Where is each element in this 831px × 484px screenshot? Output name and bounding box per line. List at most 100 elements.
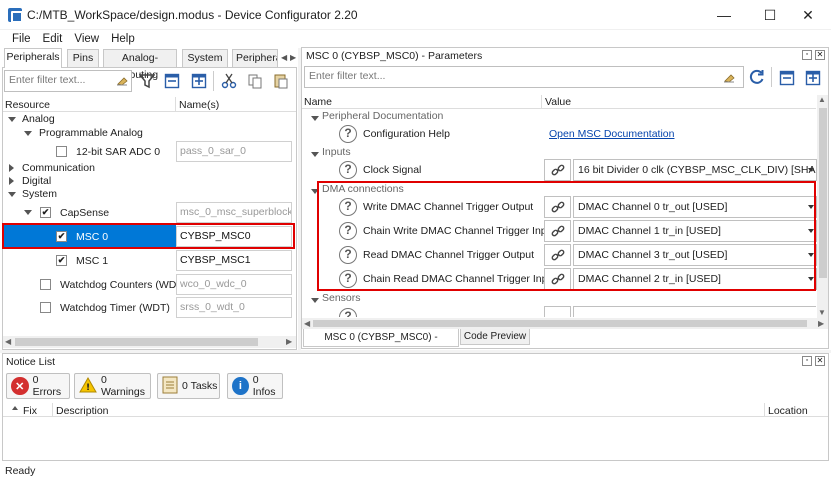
column-names[interactable]: Name(s) [179, 99, 219, 111]
tree-item-label: 12-bit SAR ADC 0 [76, 145, 161, 158]
menu-bar: File Edit View Help [0, 30, 831, 48]
tree-item-communication[interactable]: Communication [4, 161, 294, 175]
column-description[interactable]: Description [56, 405, 109, 417]
paste-icon[interactable] [272, 72, 290, 90]
param-row-clock-signal: ? Clock Signal 16 bit Divider 0 clk (CYB… [303, 158, 818, 182]
column-divider [764, 403, 765, 417]
tab-peripheral-clocks[interactable]: Periphera [232, 49, 278, 67]
dropdown-value: 16 bit Divider 0 clk (CYBSP_MSC_CLK_DIV)… [578, 164, 817, 176]
expand-all-icon[interactable] [190, 72, 208, 90]
scrollbar-thumb[interactable] [313, 320, 807, 327]
section-label: Inputs [322, 146, 351, 158]
help-icon[interactable]: ? [339, 161, 357, 179]
tree-item-label: Analog [22, 113, 55, 125]
close-panel-icon[interactable]: ✕ [815, 50, 825, 60]
tree-item-analog[interactable]: Analog [4, 112, 294, 126]
menu-file[interactable]: File [6, 30, 37, 48]
clock-signal-dropdown[interactable]: 16 bit Divider 0 clk (CYBSP_MSC_CLK_DIV)… [573, 159, 817, 181]
tree-item-programmable-analog[interactable]: Programmable Analog [4, 126, 294, 140]
collapse-arrow-icon[interactable] [9, 164, 14, 172]
close-button[interactable]: ✕ [785, 4, 831, 26]
scrollbar-thumb[interactable] [819, 108, 827, 278]
tree-item-system[interactable]: System [4, 187, 294, 201]
tab-scroll-left-icon[interactable]: ◀ [281, 53, 287, 62]
toolbar-divider [771, 67, 772, 87]
tab-system[interactable]: System [182, 49, 228, 67]
peripherals-filter-input[interactable]: Enter filter text... [4, 70, 132, 92]
toolbar-divider [213, 71, 214, 91]
minimize-button[interactable]: — [701, 4, 747, 26]
restore-panel-icon[interactable]: ▫ [802, 50, 812, 60]
enable-checkbox[interactable] [56, 146, 67, 157]
tab-parameters[interactable]: MSC 0 (CYBSP_MSC0) - Parameters [303, 329, 459, 360]
copy-icon[interactable] [246, 72, 264, 90]
go-to-resource-button[interactable] [544, 159, 571, 181]
param-label: Clock Signal [363, 164, 422, 176]
enable-checkbox[interactable]: ✔ [56, 255, 67, 266]
expand-arrow-icon[interactable] [24, 210, 32, 215]
name-field-capsense[interactable]: msc_0_msc_superblock_0 [176, 202, 292, 223]
tab-analog-routing[interactable]: Analog-Routing [103, 49, 177, 81]
collapse-all-icon[interactable] [163, 72, 181, 90]
scroll-up-icon[interactable]: ▲ [818, 95, 826, 104]
cut-icon[interactable] [220, 72, 238, 90]
infos-filter-button[interactable]: i 0 Infos [227, 373, 283, 399]
column-value[interactable]: Value [545, 96, 571, 108]
restore-panel-icon[interactable]: ▫ [802, 356, 812, 366]
scroll-left-icon[interactable]: ◀ [304, 319, 310, 328]
refresh-icon[interactable] [748, 68, 766, 86]
partial-dropdown [573, 306, 816, 317]
name-field-wdc[interactable]: wco_0_wdc_0 [176, 274, 292, 295]
column-name[interactable]: Name [304, 96, 332, 108]
sort-ascending-icon[interactable] [12, 406, 18, 410]
scroll-right-icon[interactable]: ▶ [818, 319, 824, 328]
warnings-filter-button[interactable]: ! 0 Warnings [74, 373, 151, 399]
help-icon: ? [339, 308, 357, 317]
column-fix[interactable]: Fix [23, 405, 37, 417]
task-list-icon [162, 376, 178, 397]
clear-filter-icon[interactable] [723, 71, 735, 83]
open-documentation-link[interactable]: Open MSC Documentation [549, 128, 674, 140]
scroll-left-icon[interactable]: ◀ [5, 337, 11, 346]
name-field-msc1[interactable]: CYBSP_MSC1 [176, 250, 292, 271]
section-inputs[interactable]: Inputs [303, 146, 818, 158]
close-panel-icon[interactable]: ✕ [815, 356, 825, 366]
warning-icon: ! [79, 376, 97, 396]
menu-view[interactable]: View [68, 30, 105, 48]
name-field-wdt[interactable]: srss_0_wdt_0 [176, 297, 292, 318]
enable-checkbox[interactable] [40, 302, 51, 313]
collapse-arrow-icon[interactable] [9, 177, 14, 185]
errors-label: 0 Errors [32, 374, 62, 398]
enable-checkbox[interactable]: ✔ [40, 207, 51, 218]
tab-scroll-right-icon[interactable]: ▶ [290, 53, 296, 62]
name-field-sar-adc[interactable]: pass_0_sar_0 [176, 141, 292, 162]
tab-peripherals[interactable]: Peripherals [4, 48, 62, 68]
section-label: Peripheral Documentation [322, 110, 444, 122]
section-sensors[interactable]: Sensors [303, 292, 818, 304]
tree-item-digital[interactable]: Digital [4, 174, 294, 188]
tasks-filter-button[interactable]: 0 Tasks [157, 373, 220, 399]
scroll-right-icon[interactable]: ▶ [286, 337, 292, 346]
menu-help[interactable]: Help [105, 30, 141, 48]
expand-arrow-icon[interactable] [8, 191, 16, 197]
filter-icon[interactable] [138, 72, 156, 90]
expand-arrow-icon[interactable] [8, 116, 16, 122]
tab-code-preview[interactable]: Code Preview [460, 329, 530, 345]
collapse-all-icon[interactable] [778, 69, 796, 87]
column-resource[interactable]: Resource [5, 99, 50, 111]
help-icon[interactable]: ? [339, 125, 357, 143]
clear-filter-icon[interactable] [116, 74, 128, 86]
red-highlight-box [2, 223, 295, 249]
tab-pins[interactable]: Pins [67, 49, 99, 67]
menu-edit[interactable]: Edit [37, 30, 69, 48]
errors-filter-button[interactable]: ✕ 0 Errors [6, 373, 70, 399]
red-highlight-box [317, 181, 816, 291]
expand-arrow-icon[interactable] [24, 130, 32, 136]
enable-checkbox[interactable] [40, 279, 51, 290]
parameters-filter-input[interactable]: Enter filter text... [304, 66, 744, 88]
column-location[interactable]: Location [768, 405, 808, 417]
scrollbar-thumb[interactable] [15, 338, 258, 346]
scroll-down-icon[interactable]: ▼ [818, 308, 826, 317]
section-peripheral-documentation[interactable]: Peripheral Documentation [303, 110, 818, 122]
expand-all-icon[interactable] [804, 69, 822, 87]
